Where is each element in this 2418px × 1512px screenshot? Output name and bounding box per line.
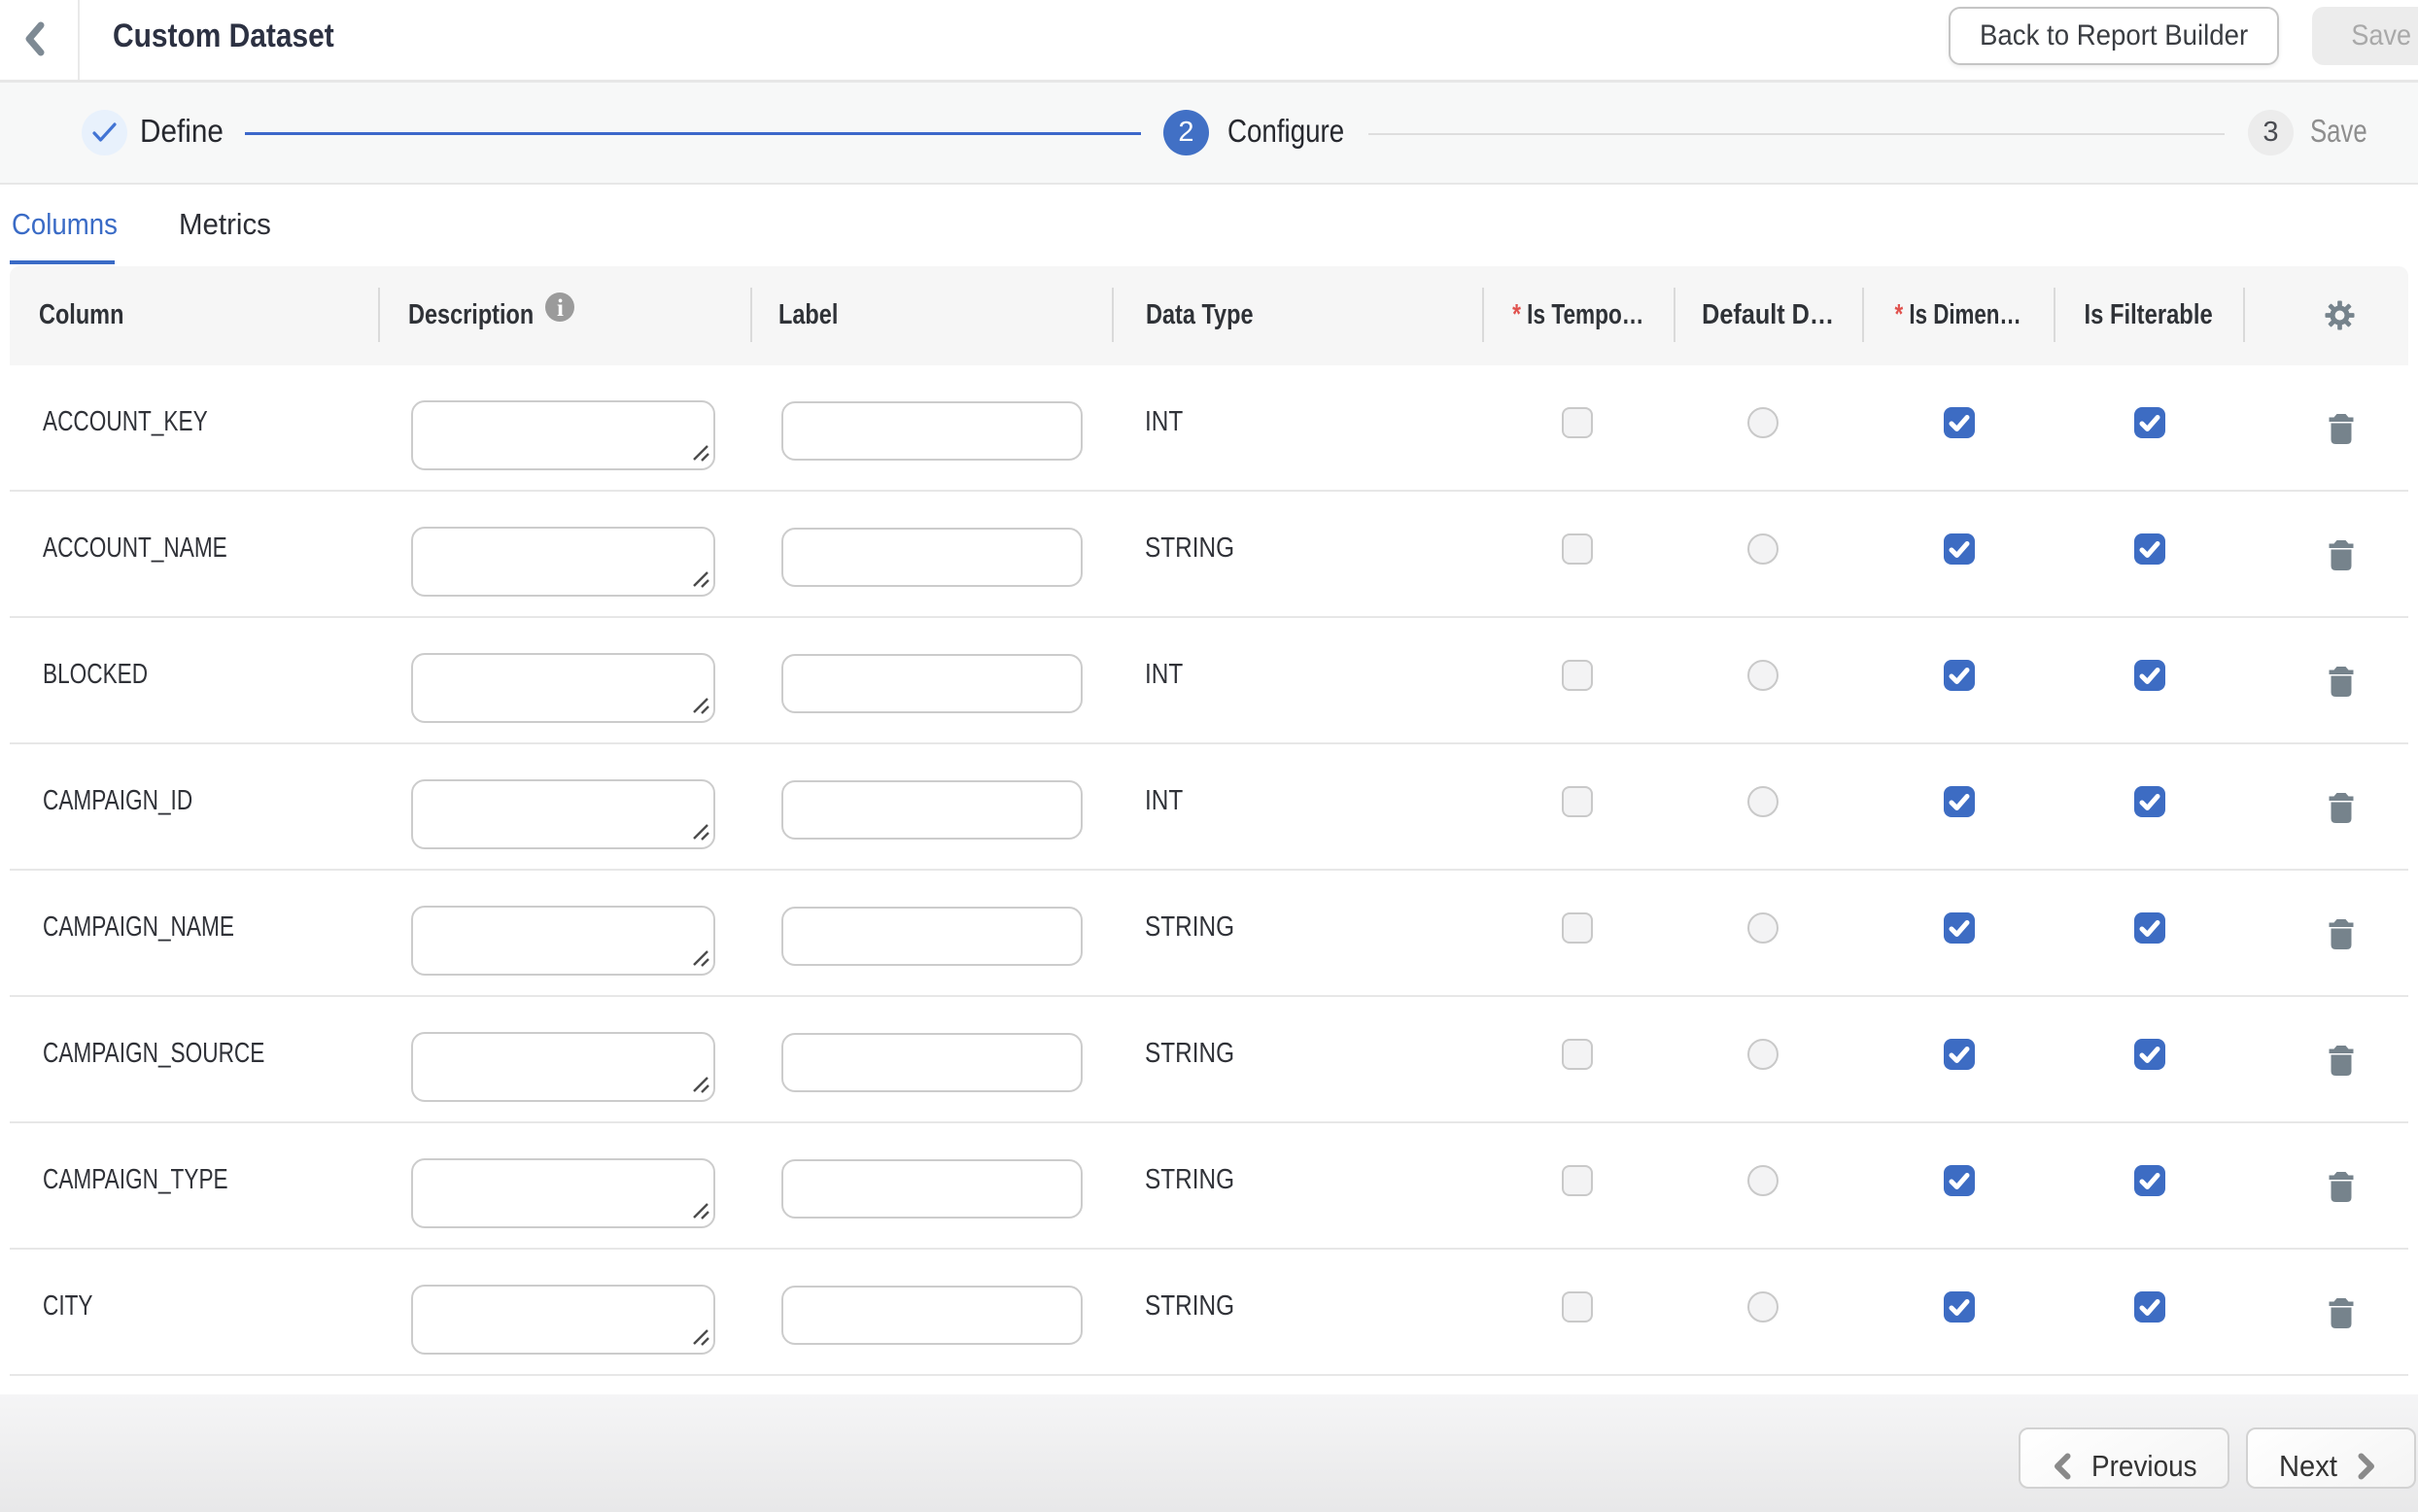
svg-text:i: i xyxy=(557,295,564,322)
